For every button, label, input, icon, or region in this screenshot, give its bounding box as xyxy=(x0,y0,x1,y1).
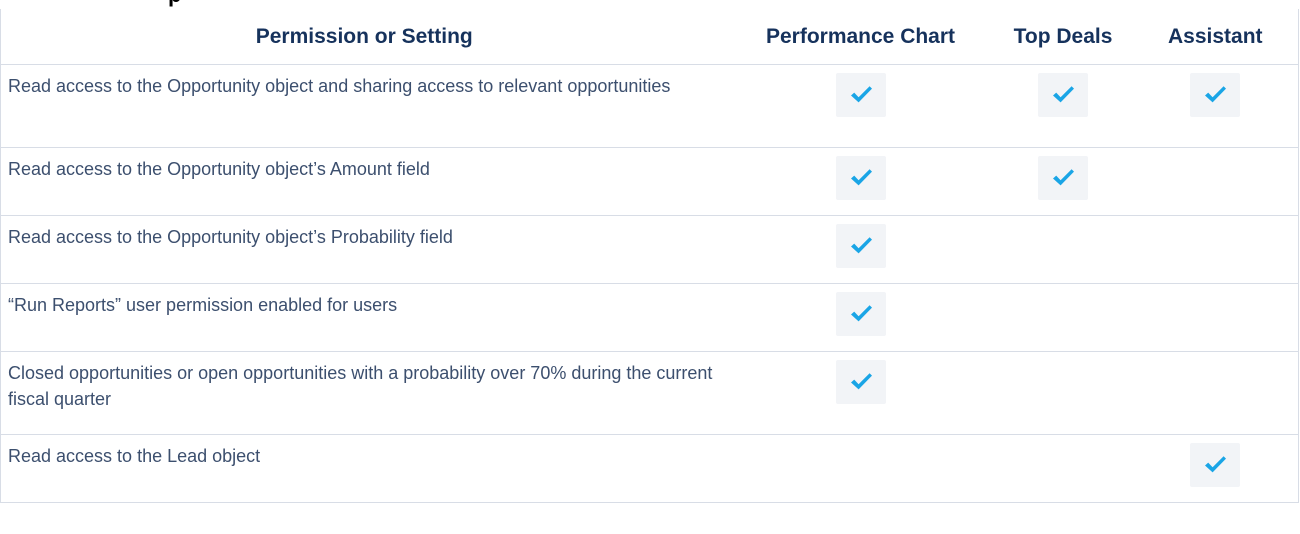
cell-performance-chart xyxy=(727,434,994,503)
table-body: Read access to the Opportunity object an… xyxy=(0,64,1299,503)
permission-label: Read access to the Lead object xyxy=(0,434,728,503)
cell-assistant xyxy=(1132,147,1299,216)
cell-performance-chart xyxy=(727,64,994,148)
cell-assistant xyxy=(1132,64,1299,148)
checkmark-icon xyxy=(1190,73,1241,117)
table-row: Read access to the Lead object xyxy=(0,434,1299,503)
checkmark-icon xyxy=(835,224,886,268)
column-header-permission: Permission or Setting xyxy=(0,9,728,65)
cell-performance-chart xyxy=(727,215,994,284)
column-header-assistant: Assistant xyxy=(1132,9,1299,65)
column-header-performance-chart: Performance Chart xyxy=(727,9,994,65)
cell-performance-chart xyxy=(727,283,994,352)
cell-top-deals xyxy=(993,215,1133,284)
permissions-table: Permission or Setting Performance Chart … xyxy=(0,9,1299,503)
checkmark-icon xyxy=(1038,73,1088,117)
checkmark-icon xyxy=(835,292,886,336)
column-header-top-deals: Top Deals xyxy=(993,9,1133,65)
cell-top-deals xyxy=(993,64,1133,148)
cell-top-deals xyxy=(993,434,1133,503)
table-row: Closed opportunities or open opportuniti… xyxy=(0,351,1299,435)
cell-performance-chart xyxy=(727,351,994,435)
permission-label: Read access to the Opportunity object’s … xyxy=(0,215,728,284)
cell-performance-chart xyxy=(727,147,994,216)
table-header-row: Permission or Setting Performance Chart … xyxy=(0,9,1299,65)
cell-assistant xyxy=(1132,215,1299,284)
checkmark-icon xyxy=(1190,443,1241,487)
table-row: “Run Reports” user permission enabled fo… xyxy=(0,283,1299,352)
checkmark-icon xyxy=(835,360,886,404)
checkmark-icon xyxy=(1038,156,1088,200)
table-row: Read access to the Opportunity object’s … xyxy=(0,147,1299,216)
permission-label: “Run Reports” user permission enabled fo… xyxy=(0,283,728,352)
checkmark-icon xyxy=(835,73,886,117)
permission-label: Closed opportunities or open opportuniti… xyxy=(0,351,728,435)
permission-label: Read access to the Opportunity object an… xyxy=(0,64,728,148)
cell-assistant xyxy=(1132,434,1299,503)
table-row: Read access to the Opportunity object’s … xyxy=(0,215,1299,284)
heading-fragment: p xyxy=(168,0,181,8)
cell-top-deals xyxy=(993,351,1133,435)
cell-top-deals xyxy=(993,283,1133,352)
permission-label: Read access to the Opportunity object’s … xyxy=(0,147,728,216)
checkmark-icon xyxy=(835,156,886,200)
table-row: Read access to the Opportunity object an… xyxy=(0,64,1299,148)
cell-assistant xyxy=(1132,283,1299,352)
cell-assistant xyxy=(1132,351,1299,435)
cell-top-deals xyxy=(993,147,1133,216)
